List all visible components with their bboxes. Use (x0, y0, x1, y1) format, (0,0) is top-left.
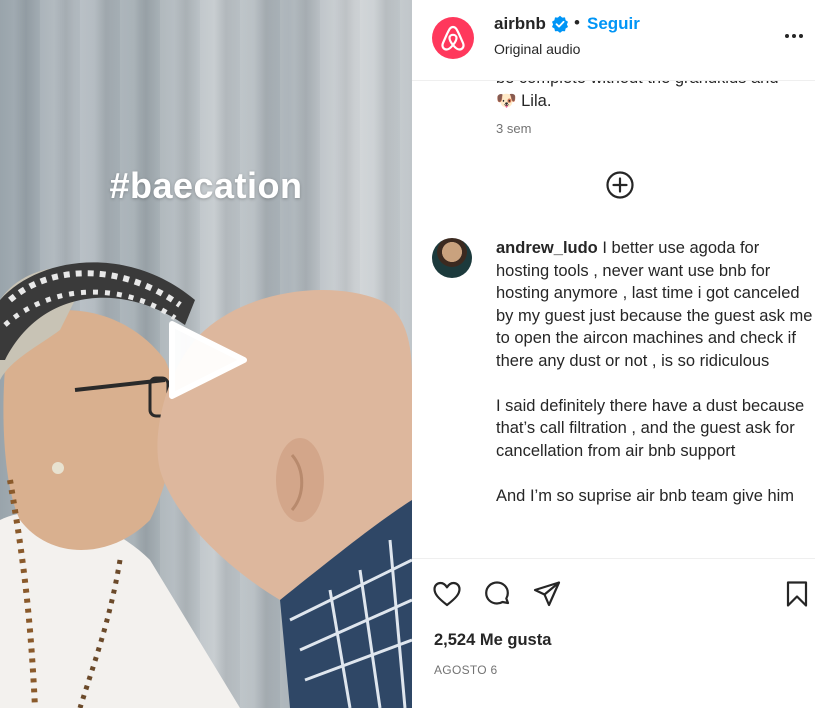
original-audio-link[interactable]: Original audio (494, 41, 580, 57)
previous-comment-text: be complete without the grandkids and 🐶 … (496, 80, 779, 110)
comments-scroll-area[interactable]: be complete without the grandkids and 🐶 … (412, 80, 815, 558)
comment-text: I better use agoda for hosting tools , n… (496, 239, 813, 505)
likes-count[interactable]: 2,524 Me gusta (434, 631, 551, 650)
verified-badge-icon (552, 15, 568, 33)
play-icon[interactable] (168, 320, 248, 400)
post-header: airbnb • Seguir Original audio (412, 0, 815, 81)
separator-dot: • (574, 13, 580, 32)
load-more-comments-icon[interactable] (605, 170, 635, 200)
comment-icon[interactable] (482, 579, 512, 609)
post-details-panel: airbnb • Seguir Original audio be comple… (412, 0, 815, 709)
bookmark-icon[interactable] (782, 579, 812, 609)
share-icon[interactable] (532, 579, 562, 609)
hashtag-overlay: #baecation (109, 165, 303, 206)
post-actions: 2,524 Me gusta AGOSTO 6 (412, 558, 815, 709)
follow-button[interactable]: Seguir (587, 14, 640, 34)
airbnb-avatar[interactable] (432, 17, 474, 59)
comment-username[interactable]: andrew_ludo (496, 239, 598, 257)
post-media[interactable]: #baecation (0, 0, 412, 708)
more-options-icon[interactable] (782, 24, 806, 48)
post-date: AGOSTO 6 (434, 663, 498, 677)
heart-icon[interactable] (432, 579, 462, 609)
previous-comment-time[interactable]: 3 sem (496, 121, 531, 136)
commenter-avatar[interactable] (432, 238, 472, 278)
airbnb-logo-icon (441, 25, 465, 51)
comment-body: andrew_ludo I better use agoda for hosti… (496, 237, 814, 507)
username[interactable]: airbnb (494, 14, 546, 34)
